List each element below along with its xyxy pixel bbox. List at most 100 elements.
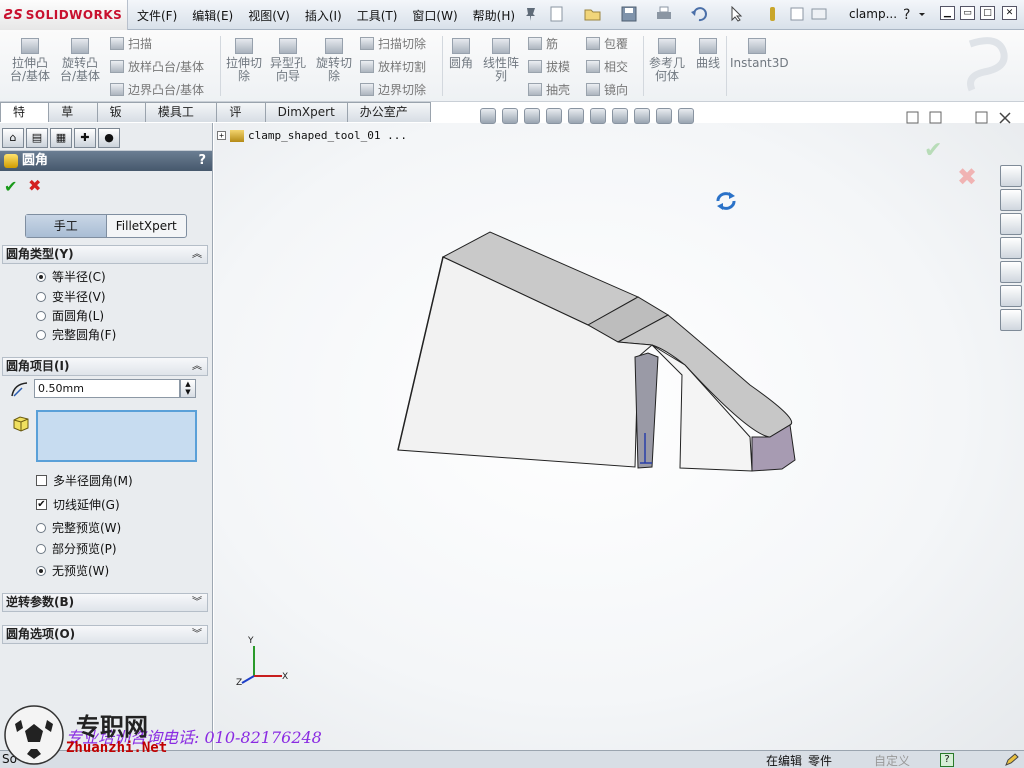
- options-icon[interactable]: [810, 6, 828, 22]
- radio-variable-radius[interactable]: 变半径(V): [36, 288, 106, 305]
- pin-icon[interactable]: [522, 6, 540, 22]
- radio-face-fillet[interactable]: 面圆角(L): [36, 307, 104, 324]
- status-help-icon[interactable]: ?: [940, 753, 954, 767]
- view-orientation-icon[interactable]: [568, 108, 584, 124]
- zoom-to-area-icon[interactable]: [502, 108, 518, 124]
- tab-features[interactable]: 特征: [0, 102, 50, 137]
- status-units-custom[interactable]: 自定义: [874, 752, 910, 768]
- radio-full-round[interactable]: 完整圆角(F): [36, 326, 116, 343]
- open-icon[interactable]: [584, 6, 602, 22]
- help-icon[interactable]: ?: [900, 6, 918, 22]
- revolve-boss-button[interactable]: 旋转凸 台/基体: [56, 32, 104, 83]
- home-icon[interactable]: [1000, 189, 1022, 211]
- dimxpert-manager-icon[interactable]: ✚: [74, 128, 96, 148]
- menu-help[interactable]: 帮助(H): [473, 7, 515, 24]
- close-button[interactable]: ✕: [1002, 6, 1017, 20]
- shell-button[interactable]: 抽壳: [528, 81, 570, 98]
- menu-edit[interactable]: 编辑(E): [192, 7, 233, 24]
- edges-faces-selection-box[interactable]: [36, 410, 197, 462]
- menu-view[interactable]: 视图(V): [248, 7, 290, 24]
- revolve-cut-button[interactable]: 旋转切 除: [312, 32, 356, 83]
- restore-button[interactable]: ▭: [960, 6, 975, 20]
- rebuild-arrows-icon[interactable]: [714, 190, 738, 212]
- cancel-x-icon[interactable]: ✖: [28, 176, 41, 195]
- view-palette-icon[interactable]: [1000, 261, 1022, 283]
- tab-office-products[interactable]: 办公室产品: [346, 102, 431, 137]
- manual-mode-button[interactable]: 手工: [26, 215, 107, 237]
- fillet-button[interactable]: 圆角: [444, 32, 478, 70]
- file-explorer-icon[interactable]: [1000, 237, 1022, 259]
- radio-full-preview[interactable]: 完整预览(W): [36, 519, 121, 536]
- zoom-to-fit-icon[interactable]: [480, 108, 496, 124]
- ok-check-icon[interactable]: ✔: [4, 177, 17, 196]
- solidworks-resources-icon[interactable]: [1000, 165, 1022, 187]
- help-icon[interactable]: ?: [198, 151, 206, 171]
- boundary-cut-button[interactable]: 边界切除: [360, 81, 426, 98]
- filletxpert-mode-button[interactable]: FilletXpert: [107, 215, 187, 237]
- display-style-icon[interactable]: [590, 108, 606, 124]
- fillet-items-section-header[interactable]: 圆角项目(I) ︽: [2, 357, 208, 376]
- tab-mold-tools[interactable]: 模具工具: [144, 102, 218, 137]
- design-library-icon[interactable]: [1000, 213, 1022, 235]
- undo-icon[interactable]: [690, 6, 708, 22]
- new-document-icon[interactable]: [548, 6, 566, 22]
- viewport-maximize-icon[interactable]: [975, 111, 988, 124]
- mirror-button[interactable]: 镜向: [586, 81, 628, 98]
- 3d-part-model[interactable]: [390, 225, 810, 480]
- hide-show-items-icon[interactable]: [612, 108, 628, 124]
- viewport-restore-icon[interactable]: [929, 111, 942, 124]
- apply-scene-icon[interactable]: [656, 108, 672, 124]
- inner-slot-face[interactable]: [634, 352, 659, 469]
- rib-button[interactable]: 筋: [528, 35, 558, 52]
- configuration-manager-icon[interactable]: ▦: [50, 128, 72, 148]
- save-icon[interactable]: [620, 6, 638, 22]
- minimize-button[interactable]: ▁: [940, 6, 955, 20]
- extrude-cut-button[interactable]: 拉伸切 除: [222, 32, 266, 83]
- viewport-close-icon[interactable]: [999, 112, 1011, 124]
- previous-view-icon[interactable]: [524, 108, 540, 124]
- tab-dimxpert[interactable]: DimXpert: [264, 102, 348, 122]
- edit-appearance-icon[interactable]: [634, 108, 650, 124]
- tab-sheet-metal[interactable]: 钣金: [96, 102, 146, 137]
- confirm-corner-cancel-icon[interactable]: ✖: [957, 163, 977, 191]
- section-view-icon[interactable]: [546, 108, 562, 124]
- extrude-boss-button[interactable]: 拉伸凸 台/基体: [6, 32, 54, 83]
- radius-input[interactable]: 0.50mm: [34, 379, 180, 398]
- custom-properties-icon[interactable]: [1000, 309, 1022, 331]
- view-settings-icon[interactable]: [678, 108, 694, 124]
- intersect-button[interactable]: 相交: [586, 58, 628, 75]
- menu-window[interactable]: 窗口(W): [412, 7, 457, 24]
- hole-wizard-button[interactable]: 异型孔 向导: [266, 32, 310, 83]
- radio-partial-preview[interactable]: 部分预览(P): [36, 540, 117, 557]
- radius-spinner[interactable]: ▲ ▼: [180, 379, 196, 398]
- setback-section-header[interactable]: 逆转参数(B) ︾: [2, 593, 208, 612]
- file-properties-icon[interactable]: [788, 6, 806, 22]
- menu-tools[interactable]: 工具(T): [357, 7, 398, 24]
- display-manager-icon[interactable]: ●: [98, 128, 120, 148]
- loft-boss-button[interactable]: 放样凸台/基体: [110, 58, 204, 75]
- fillet-options-section-header[interactable]: 圆角选项(O) ︾: [2, 625, 208, 644]
- feature-tree-root[interactable]: + clamp_shaped_tool_01 ...: [217, 129, 407, 142]
- appearances-icon[interactable]: [1000, 285, 1022, 307]
- radio-no-preview[interactable]: 无预览(W): [36, 562, 109, 579]
- expand-icon[interactable]: +: [217, 131, 226, 140]
- select-arrow-icon[interactable]: [728, 6, 746, 22]
- curves-button[interactable]: 曲线: [692, 32, 724, 70]
- status-pencil-icon[interactable]: [1004, 753, 1020, 767]
- viewport-tile-icon[interactable]: [906, 111, 919, 124]
- tab-evaluate[interactable]: 评估: [216, 102, 266, 137]
- rebuild-icon[interactable]: [764, 6, 782, 22]
- print-icon[interactable]: [655, 6, 673, 22]
- tangent-propagation-checkbox[interactable]: ✔ 切线延伸(G): [36, 496, 120, 513]
- multi-radius-checkbox[interactable]: 多半径圆角(M): [36, 472, 133, 489]
- tab-sketch[interactable]: 草图: [48, 102, 98, 137]
- swept-cut-button[interactable]: 扫描切除: [360, 35, 426, 52]
- wrap-button[interactable]: 包覆: [586, 35, 628, 52]
- maximize-button[interactable]: □: [980, 6, 995, 20]
- draft-button[interactable]: 拔模: [528, 58, 570, 75]
- sweep-button[interactable]: 扫描: [110, 35, 152, 52]
- fillet-type-section-header[interactable]: 圆角类型(Y) ︽: [2, 245, 208, 264]
- radio-constant-radius[interactable]: 等半径(C): [36, 268, 106, 285]
- reference-geometry-button[interactable]: 参考几 何体: [646, 32, 688, 83]
- boundary-boss-button[interactable]: 边界凸台/基体: [110, 81, 204, 98]
